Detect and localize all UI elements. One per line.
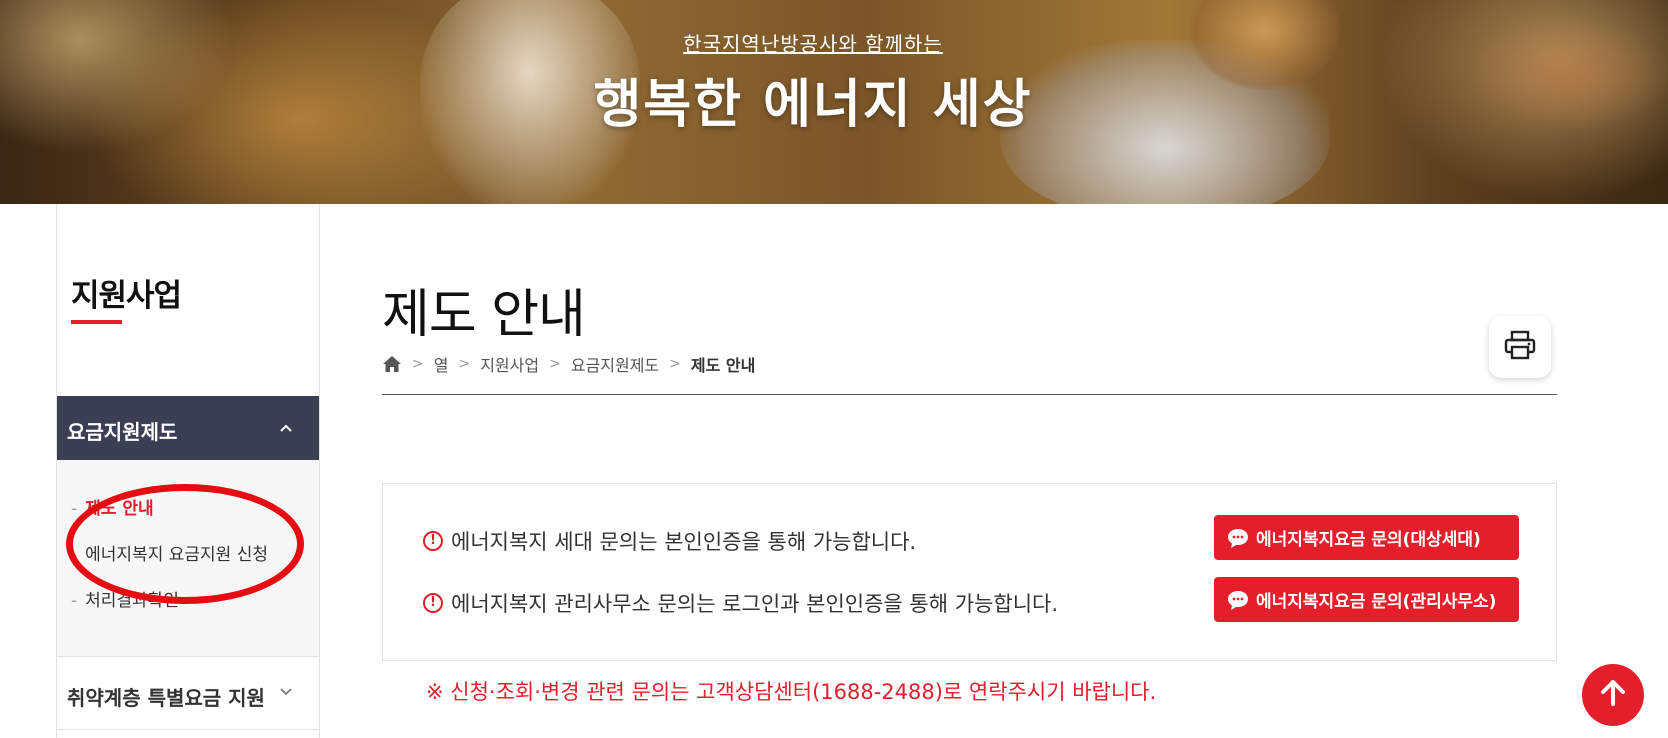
scroll-top-button[interactable] (1582, 664, 1644, 726)
notice-box: ! 에너지복지 세대 문의는 본인인증을 통해 가능합니다. ! 에너지복지 관… (382, 483, 1557, 661)
sidebar-section-label: 취약계층 특별요금 지원 (67, 686, 265, 710)
sidebar-title-underline (71, 320, 122, 324)
exclamation-circle-icon: ! (423, 593, 443, 613)
sidebar-section-label: 요금지원제도 (67, 420, 178, 444)
sidebar-submenu: - 제도 안내 - 에너지복지 요금지원 신청 - 처리결과확인 (57, 460, 319, 656)
sidebar-item-apply[interactable]: - 에너지복지 요금지원 신청 (71, 540, 268, 565)
chat-bubble-icon (1226, 527, 1250, 549)
breadcrumb-current: 제도 안내 (690, 356, 756, 375)
chevron-up-icon (279, 418, 293, 437)
inquiry-button-label: 에너지복지요금 문의(관리사무소) (1256, 592, 1497, 612)
breadcrumb-separator: > (412, 356, 424, 372)
sidebar-section-vulnerable[interactable]: 취약계층 특별요금 지원 (57, 656, 319, 730)
breadcrumb: > 열 > 지원사업 > 요금지원제도 > 제도 안내 (382, 352, 755, 376)
notice-text: 에너지복지 관리사무소 문의는 로그인과 본인인증을 통해 가능합니다. (451, 592, 1059, 616)
dash-icon: - (71, 591, 78, 611)
breadcrumb-item[interactable]: 열 (434, 352, 449, 376)
home-icon[interactable] (382, 355, 402, 373)
chat-bubble-icon (1226, 589, 1250, 611)
notice-line: ! 에너지복지 세대 문의는 본인인증을 통해 가능합니다. (423, 526, 916, 556)
breadcrumb-item[interactable]: 지원사업 (480, 352, 539, 376)
chevron-down-icon (279, 682, 293, 701)
hero-banner: 한국지역난방공사와 함께하는 행복한 에너지 세상 (0, 0, 1668, 204)
notice-line: ! 에너지복지 관리사무소 문의는 로그인과 본인인증을 통해 가능합니다. (423, 588, 1058, 618)
title-divider (382, 394, 1557, 395)
arrow-up-icon (1600, 679, 1626, 711)
hero-subtitle: 한국지역난방공사와 함께하는 (683, 32, 943, 56)
dash-icon: - (71, 499, 78, 519)
dash-icon: - (71, 545, 78, 565)
sidebar-item-result[interactable]: - 처리결과확인 (71, 586, 179, 611)
footnote: ※ 신청·조회·변경 관련 문의는 고객상담센터(1688-2488)로 연락주… (426, 680, 1157, 704)
sidebar-item-label: 처리결과확인 (85, 591, 179, 611)
inquiry-office-button[interactable]: 에너지복지요금 문의(관리사무소) (1214, 577, 1519, 622)
sidebar-title: 지원사업 (71, 278, 182, 314)
hero-title: 행복한 에너지 세상 (593, 75, 1033, 135)
print-button[interactable] (1489, 316, 1551, 378)
sidebar-item-label: 에너지복지 요금지원 신청 (85, 545, 268, 565)
breadcrumb-separator: > (669, 356, 681, 372)
sidebar: 지원사업 요금지원제도 - 제도 안내 - 에너지복지 요금지원 신청 - 처리결과확… (56, 204, 320, 738)
notice-text: 에너지복지 세대 문의는 본인인증을 통해 가능합니다. (451, 530, 917, 554)
sidebar-item-label: 제도 안내 (85, 499, 154, 519)
exclamation-circle-icon: ! (423, 531, 443, 551)
breadcrumb-separator: > (549, 356, 561, 372)
sidebar-item-system-guide[interactable]: - 제도 안내 (71, 494, 154, 519)
inquiry-button-label: 에너지복지요금 문의(대상세대) (1256, 530, 1481, 550)
inquiry-household-button[interactable]: 에너지복지요금 문의(대상세대) (1214, 515, 1519, 560)
breadcrumb-separator: > (458, 356, 471, 372)
sidebar-section-fee-support[interactable]: 요금지원제도 (57, 396, 319, 460)
printer-icon (1503, 330, 1537, 364)
breadcrumb-item[interactable]: 요금지원제도 (571, 352, 659, 376)
page-title: 제도 안내 (382, 285, 586, 345)
